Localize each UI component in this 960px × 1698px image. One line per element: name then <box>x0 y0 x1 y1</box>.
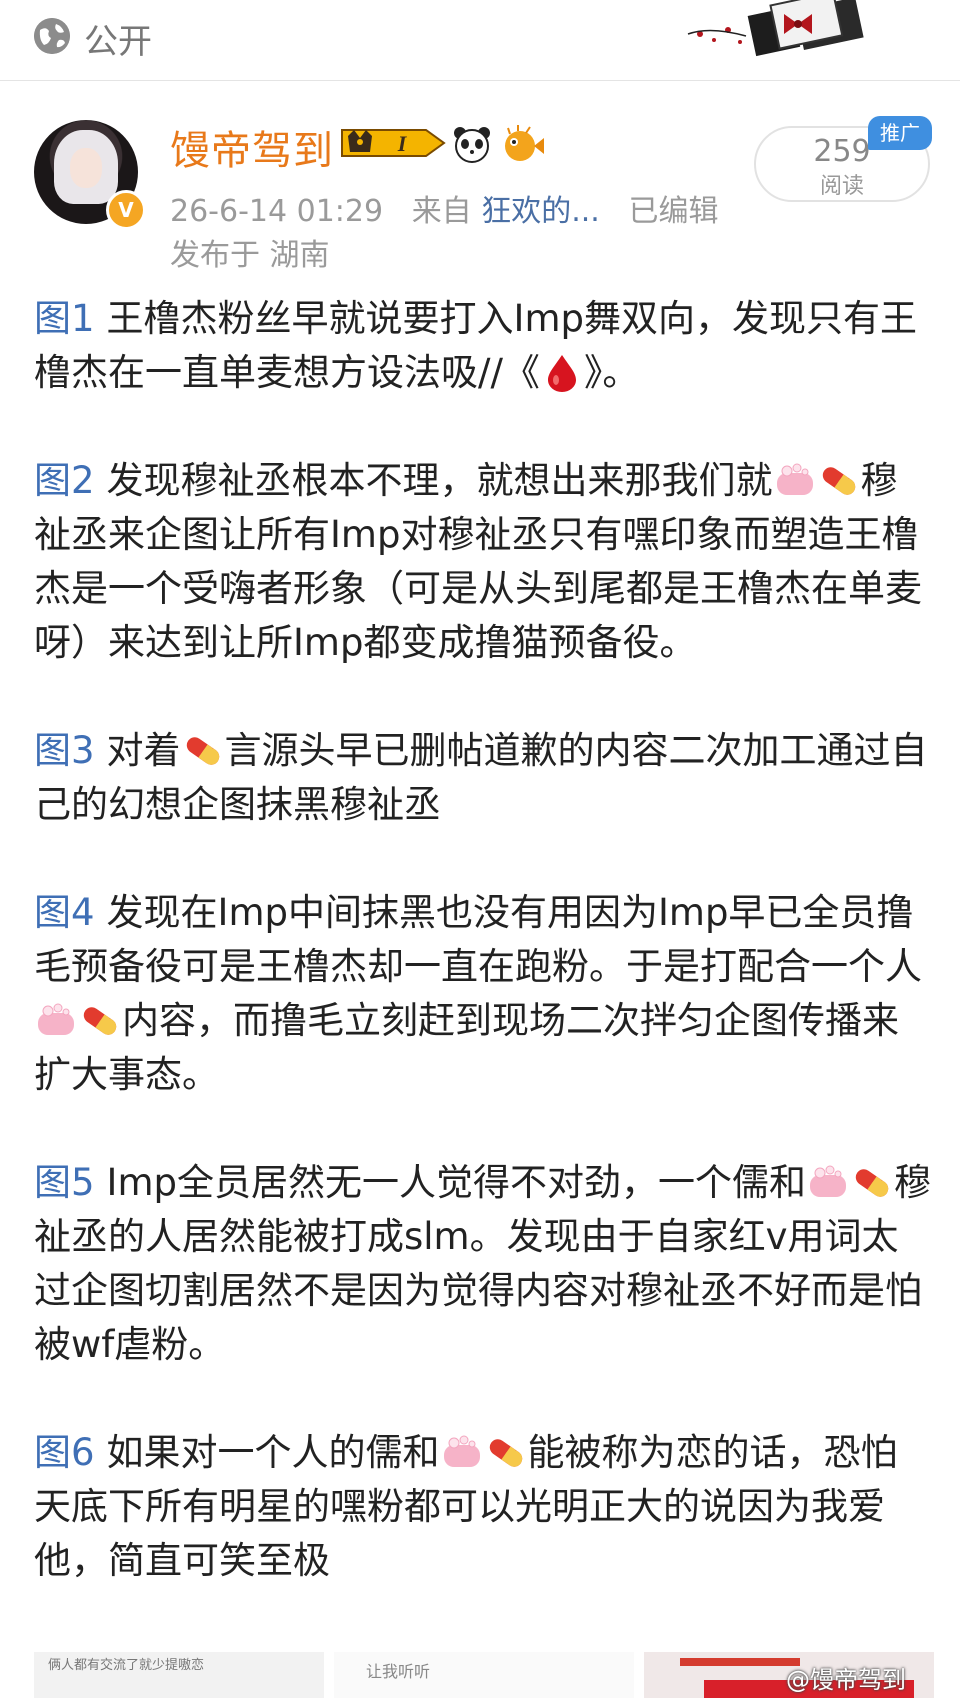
panda-icon <box>454 127 490 163</box>
svg-text:I: I <box>397 131 408 156</box>
globe-icon <box>34 18 70 54</box>
promo-tag[interactable]: 推广 <box>868 116 932 150</box>
visibility-label[interactable]: 公开 <box>84 14 152 63</box>
pill-icon <box>489 1439 522 1467</box>
soap-icon <box>776 463 813 495</box>
read-label: 阅读 <box>819 174 864 199</box>
figure-label: 图5 <box>34 1161 95 1204</box>
blood-drop-icon <box>547 355 576 392</box>
figure-label: 图6 <box>34 1431 95 1474</box>
paragraph-4: 图4 发现在Imp中间抹黑也没有用因为Imp早已全员撸毛预备役可是王橹杰却一直在跑… <box>34 891 922 1096</box>
paragraph-1: 图1 王橹杰粉丝早就说要打入Imp舞双向，发现只有王橹杰在一直单麦想方设法吸//《… <box>34 297 917 394</box>
pufferfish-icon <box>505 125 544 161</box>
image-thumbnail-2[interactable]: 让我听听 <box>334 1652 634 1698</box>
edited-label[interactable]: 已编辑 <box>628 194 718 229</box>
pill-icon <box>83 1007 117 1035</box>
post-body: 图1 王橹杰粉丝早就说要打入Imp舞双向，发现只有王橹杰在一直单麦想方设法吸//《… <box>34 292 934 1642</box>
soap-icon <box>443 1435 480 1467</box>
top-bar: 公开 <box>0 0 960 81</box>
figure-label: 图1 <box>34 297 95 340</box>
pill-icon <box>186 737 219 765</box>
soap-icon <box>810 1165 846 1197</box>
watermark: @馒帝驾到 <box>786 1666 906 1694</box>
figure-label: 图2 <box>34 459 95 502</box>
level-badge-icon[interactable]: I <box>340 124 446 162</box>
card-decoration-icon <box>687 0 868 60</box>
thumbnail-text: 俩人都有交流了就少提嗷恋 <box>48 1658 205 1673</box>
location-label: 发布于 湖南 <box>170 238 330 273</box>
verified-badge-icon: V <box>106 190 146 230</box>
paragraph-6: 图6 如果对一个人的儒和 能被称为恋的话，恐怕天底下所有明星的嘿粉都可以光明正大的说… <box>34 1431 898 1582</box>
source-prefix: 来自 <box>411 194 472 229</box>
timestamp: 26-6-14 01:29 <box>170 194 384 229</box>
pill-icon <box>855 1169 889 1197</box>
source-link[interactable]: 狂欢的... <box>481 194 600 229</box>
pill-icon <box>822 467 855 495</box>
soap-icon <box>38 1003 74 1035</box>
figure-label: 图3 <box>34 729 95 772</box>
paragraph-2: 图2 发现穆祉丞根本不理，就想出来那我们就 穆祉丞来企图让所有Imp对穆祉丞只有嘿印… <box>34 459 922 664</box>
username[interactable]: 馒帝驾到 <box>170 118 334 176</box>
avatar-face <box>70 148 102 188</box>
image-thumbnail-1[interactable]: 俩人都有交流了就少提嗷恋 <box>34 1652 324 1698</box>
post-header: V 馒帝驾到 I 26-6-14 01:29 来自 狂欢的... 已编辑 发布于… <box>0 80 960 273</box>
thumbnail-banner <box>680 1658 800 1666</box>
paragraph-3: 图3 对着 言源头早已删帖道歉的内容二次加工通过自己的幻想企图抹黑穆祉丞 <box>34 729 928 826</box>
paragraph-5: 图5 Imp全员居然无一人觉得不对劲，一个儒和 穆祉丞的人居然能被打成slm。发现由… <box>34 1161 931 1366</box>
figure-label: 图4 <box>34 891 95 934</box>
post-meta: 26-6-14 01:29 来自 狂欢的... 已编辑 <box>170 186 718 230</box>
thumbnail-text: 让我听听 <box>366 1662 431 1681</box>
